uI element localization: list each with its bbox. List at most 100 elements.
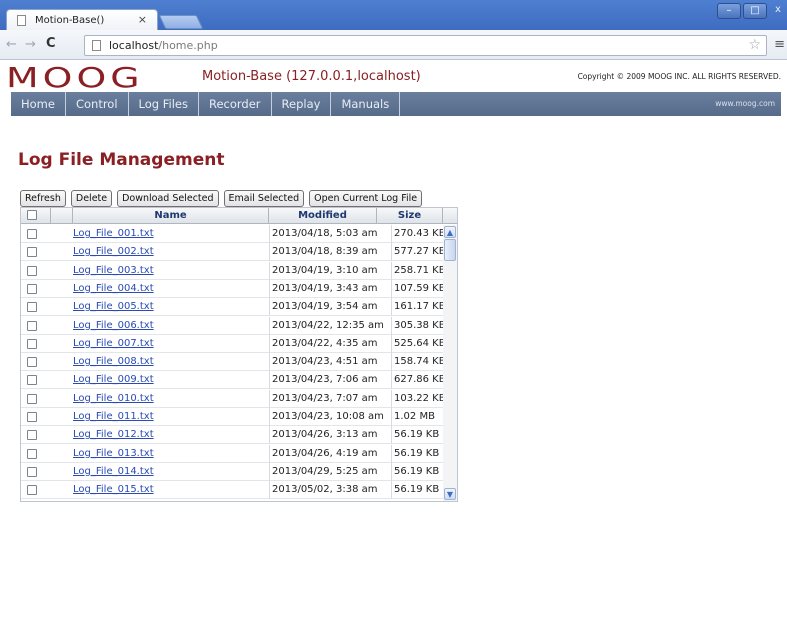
tab-close-icon[interactable]: × <box>138 13 147 26</box>
window-controls: – □ x <box>715 3 787 19</box>
table-row[interactable]: Log_File_010.txt 2013/04/23, 7:07 am 103.2… <box>21 389 457 408</box>
scroll-up-arrow-icon[interactable]: ▲ <box>444 226 456 238</box>
select-all-cell <box>21 208 51 224</box>
table-row[interactable]: Log_File_009.txt 2013/04/23, 7:06 am 627.8… <box>21 371 457 390</box>
size-cell: 56.19 KB <box>391 462 443 481</box>
table-row[interactable]: Log_File_013.txt 2013/04/26, 4:19 am 56.19… <box>21 444 457 463</box>
column-header-name[interactable]: Name <box>73 208 269 224</box>
refresh-button[interactable]: Refresh <box>20 190 66 207</box>
file-link[interactable]: Log_File_003.txt <box>73 265 154 276</box>
select-all-checkbox[interactable] <box>27 210 37 220</box>
modified-cell: 2013/04/22, 4:35 am <box>269 334 391 353</box>
table-row[interactable]: Log_File_011.txt 2013/04/23, 10:08 am 1.02… <box>21 408 457 426</box>
row-checkbox[interactable] <box>27 302 37 313</box>
table-row[interactable]: Log_File_015.txt 2013/05/02, 3:38 am 56.19… <box>21 481 457 500</box>
table-row[interactable]: Log_File_012.txt 2013/04/26, 3:13 am 56.19… <box>21 426 457 445</box>
file-link[interactable]: Log_File_011.txt <box>73 411 154 422</box>
new-tab-button[interactable] <box>158 15 204 29</box>
scroll-down-arrow-icon[interactable]: ▼ <box>444 488 456 500</box>
size-cell: 577.27 KB <box>391 243 443 262</box>
window-close-button[interactable]: x <box>769 3 787 19</box>
column-header-size[interactable]: Size <box>377 208 443 224</box>
bookmark-star-icon[interactable]: ☆ <box>748 37 761 53</box>
nav-recorder[interactable]: Recorder <box>199 92 272 116</box>
row-checkbox[interactable] <box>27 229 37 239</box>
row-checkbox[interactable] <box>27 430 37 441</box>
file-link[interactable]: Log_File_012.txt <box>73 429 154 440</box>
file-link[interactable]: Log_File_015.txt <box>73 484 154 495</box>
row-checkbox[interactable] <box>27 466 37 477</box>
file-link[interactable]: Log_File_006.txt <box>73 320 154 331</box>
nav-manuals[interactable]: Manuals <box>331 92 401 116</box>
download-selected-button[interactable]: Download Selected <box>117 190 219 207</box>
row-checkbox[interactable] <box>27 485 37 496</box>
maximize-button[interactable]: □ <box>743 3 767 19</box>
row-checkbox[interactable] <box>27 357 37 368</box>
file-link[interactable]: Log_File_009.txt <box>73 374 154 385</box>
table-row[interactable]: Log_File_003.txt 2013/04/19, 3:10 am 258.7… <box>21 261 457 280</box>
table-scrollbar[interactable]: ▲ ▼ <box>443 225 457 501</box>
minimize-button[interactable]: – <box>717 3 741 19</box>
row-checkbox[interactable] <box>27 247 37 258</box>
action-toolbar: Refresh Delete Download Selected Email S… <box>20 190 427 207</box>
table-row[interactable]: Log_File_004.txt 2013/04/19, 3:43 am 107.5… <box>21 279 457 298</box>
website-link[interactable]: www.moog.com <box>715 99 775 108</box>
file-name-cell: Log_File_009.txt <box>73 371 269 389</box>
row-checkbox[interactable] <box>27 448 37 459</box>
forward-arrow-icon[interactable]: → <box>25 37 36 52</box>
back-arrow-icon[interactable]: ← <box>6 37 17 52</box>
open-current-log-button[interactable]: Open Current Log File <box>309 190 423 207</box>
nav-home[interactable]: Home <box>11 92 66 116</box>
file-link[interactable]: Log_File_005.txt <box>73 301 154 312</box>
page-icon <box>92 40 101 51</box>
file-link[interactable]: Log_File_008.txt <box>73 356 154 367</box>
file-link[interactable]: Log_File_014.txt <box>73 466 154 477</box>
address-bar[interactable]: localhost/home.php ☆ <box>84 35 767 56</box>
modified-cell: 2013/05/02, 3:38 am <box>269 481 391 500</box>
row-checkbox[interactable] <box>27 412 37 422</box>
file-name-cell: Log_File_013.txt <box>73 445 269 463</box>
site-title: Motion-Base (127.0.0.1,localhost) <box>202 69 421 84</box>
row-checkbox[interactable] <box>27 320 37 331</box>
table-row[interactable]: Log_File_001.txt 2013/04/18, 5:03 am 270.4… <box>21 225 457 243</box>
file-name-cell: Log_File_003.txt <box>73 262 269 280</box>
size-cell: 161.17 KB <box>391 298 443 317</box>
scroll-thumb[interactable] <box>444 239 456 261</box>
file-name-cell: Log_File_006.txt <box>73 317 269 335</box>
file-link[interactable]: Log_File_004.txt <box>73 283 154 294</box>
file-link[interactable]: Log_File_013.txt <box>73 448 154 459</box>
table-row[interactable]: Log_File_014.txt 2013/04/29, 5:25 am 56.19… <box>21 462 457 481</box>
email-selected-button[interactable]: Email Selected <box>223 190 305 207</box>
table-row[interactable]: Log_File_006.txt 2013/04/22, 12:35 am 305.… <box>21 316 457 335</box>
file-link[interactable]: Log_File_001.txt <box>73 228 154 239</box>
table-row[interactable]: Log_File_007.txt 2013/04/22, 4:35 am 525.6… <box>21 334 457 353</box>
table-row[interactable]: Log_File_002.txt 2013/04/18, 8:39 am 577.2… <box>21 243 457 262</box>
table-row[interactable]: Log_File_008.txt 2013/04/23, 4:51 am 158.7… <box>21 353 457 372</box>
browser-tab[interactable]: Motion-Base() × <box>6 9 158 31</box>
delete-button[interactable]: Delete <box>70 190 113 207</box>
url-path: /home.php <box>158 39 218 52</box>
modified-cell: 2013/04/26, 4:19 am <box>269 444 391 463</box>
size-cell: 258.71 KB <box>391 261 443 280</box>
browser-titlebar: Motion-Base() × – □ x <box>0 0 787 31</box>
size-cell: 107.59 KB <box>391 279 443 298</box>
row-checkbox[interactable] <box>27 283 37 294</box>
nav-replay[interactable]: Replay <box>272 92 332 116</box>
file-link[interactable]: Log_File_010.txt <box>73 393 154 404</box>
page-icon <box>17 15 26 26</box>
copyright-text: Copyright © 2009 MOOG INC. ALL RIGHTS RE… <box>577 72 781 81</box>
nav-log-files[interactable]: Log Files <box>129 92 199 116</box>
nav-control[interactable]: Control <box>66 92 129 116</box>
file-link[interactable]: Log_File_007.txt <box>73 338 154 349</box>
browser-menu-icon[interactable]: ≡ <box>774 37 785 52</box>
url-host: localhost <box>109 39 159 52</box>
row-checkbox[interactable] <box>27 338 37 349</box>
log-file-table: Name Modified Size Log_File_001.txt 2013/… <box>20 207 458 502</box>
row-checkbox[interactable] <box>27 393 37 404</box>
reload-icon[interactable]: C <box>46 36 56 51</box>
file-link[interactable]: Log_File_002.txt <box>73 246 154 257</box>
table-row[interactable]: Log_File_005.txt 2013/04/19, 3:54 am 161.1… <box>21 298 457 317</box>
column-header-modified[interactable]: Modified <box>269 208 377 224</box>
row-checkbox[interactable] <box>27 265 37 276</box>
row-checkbox[interactable] <box>27 375 37 386</box>
